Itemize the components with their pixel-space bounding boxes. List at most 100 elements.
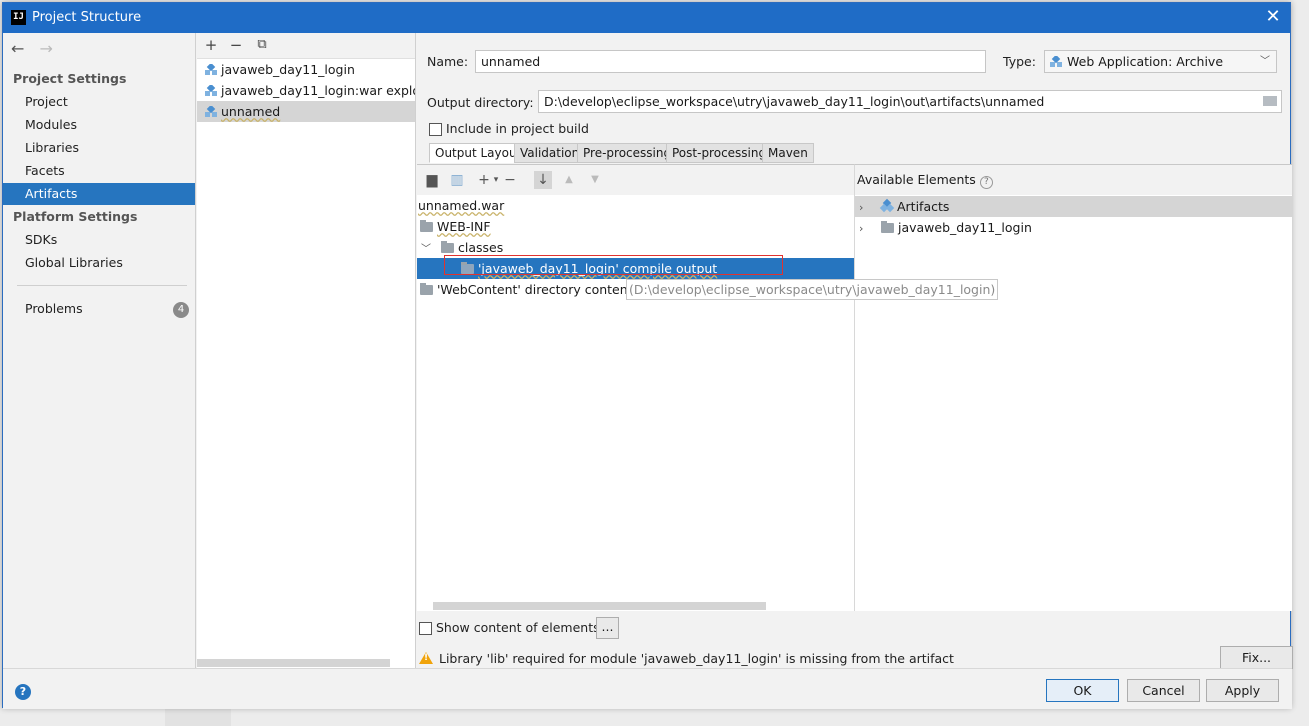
tree-root[interactable]: unnamed.war	[418, 195, 504, 216]
available-elements-header: Available Elements?	[855, 165, 1292, 195]
folder-icon	[441, 241, 454, 253]
tab-output-layout[interactable]: Output Layout	[429, 143, 528, 163]
available-module-node[interactable]: › javaweb_day11_login	[855, 217, 1032, 238]
nav-item-sdks[interactable]: SDKs	[3, 229, 195, 251]
output-directory-label: Output directory:	[427, 95, 534, 110]
nav-arrows: ← →	[11, 39, 63, 58]
warning-text: Library 'lib' required for module 'javaw…	[439, 651, 954, 666]
background-strip	[165, 706, 231, 726]
artifact-item[interactable]: javaweb_day11_login	[197, 59, 415, 80]
artifact-icon	[205, 85, 217, 96]
new-directory-icon[interactable]: ▆	[423, 171, 441, 189]
name-label: Name:	[427, 54, 469, 69]
remove-artifact-icon[interactable]: −	[227, 36, 245, 54]
type-select[interactable]: Web Application: Archive ﹀	[1044, 50, 1277, 73]
remove-element-icon[interactable]: −	[501, 171, 519, 189]
cancel-button[interactable]: Cancel	[1127, 679, 1200, 702]
nav-divider	[17, 285, 187, 286]
sort-elements-icon[interactable]: ↓	[534, 171, 552, 189]
webcontent-path: (D:\develop\eclipse_workspace\utry\javaw…	[629, 282, 996, 297]
include-in-build-label: Include in project build	[446, 121, 589, 136]
create-archive-icon[interactable]: ▥	[448, 171, 466, 189]
folder-icon	[420, 283, 433, 295]
nav-item-modules[interactable]: Modules	[3, 114, 195, 136]
artifact-label: javaweb_day11_login:war exploded	[221, 83, 415, 98]
tab-validation[interactable]: Validation	[514, 143, 586, 163]
window-title: Project Structure	[32, 10, 142, 25]
root-archive-label: unnamed.war	[418, 198, 505, 213]
nav-item-facets[interactable]: Facets	[3, 160, 195, 182]
forward-arrow-icon[interactable]: →	[40, 39, 53, 58]
dialog-footer: ? OK Cancel Apply	[3, 668, 1292, 709]
artifact-icon	[205, 64, 217, 75]
problems-count-badge: 4	[173, 302, 189, 318]
artifact-item[interactable]: javaweb_day11_login:war exploded	[197, 80, 415, 101]
chevron-right-icon[interactable]: ›	[859, 218, 871, 239]
type-label: Type:	[1003, 54, 1036, 69]
name-field[interactable]: unnamed	[475, 50, 986, 73]
include-in-build-checkbox[interactable]	[429, 123, 442, 136]
webcontent-label: 'WebContent' directory contents	[437, 282, 640, 297]
move-down-icon[interactable]: ▼	[586, 171, 604, 189]
chevron-down-icon: ﹀	[1260, 56, 1270, 67]
web-app-icon	[1050, 56, 1062, 67]
chevron-right-icon[interactable]: ›	[859, 197, 871, 218]
apply-button[interactable]: Apply	[1206, 679, 1279, 702]
add-artifact-icon[interactable]: +	[202, 36, 220, 54]
problems-label: Problems	[25, 301, 83, 316]
help-icon[interactable]: ?	[979, 176, 993, 189]
tab-pre-processing[interactable]: Pre-processing	[577, 143, 678, 163]
browse-folder-icon[interactable]	[1263, 96, 1277, 106]
close-icon[interactable]: ✕	[1262, 6, 1284, 28]
tree-web-inf[interactable]: WEB-INF	[420, 216, 491, 237]
artifact-item-selected[interactable]: unnamed	[197, 101, 415, 122]
webcontent-path-tooltip: (D:\develop\eclipse_workspace\utry\javaw…	[626, 279, 999, 300]
missing-library-warning: Library 'lib' required for module 'javaw…	[419, 651, 954, 666]
classes-label: classes	[458, 240, 504, 255]
project-structure-dialog: IJ Project Structure ✕ ← → Project Setti…	[2, 2, 1293, 709]
output-layout-toolbar: ▆ ▥ + ▾ − ↓ ▲ ▼	[417, 165, 854, 195]
ellipsis-button[interactable]: ...	[596, 617, 619, 639]
available-artifacts-node[interactable]: › Artifacts	[855, 196, 1293, 217]
copy-artifact-icon[interactable]: ⧉	[253, 36, 271, 54]
nav-item-problems[interactable]: Problems 4	[3, 298, 195, 320]
ok-button[interactable]: OK	[1046, 679, 1119, 702]
artifact-icon	[205, 106, 217, 117]
move-up-icon[interactable]: ▲	[560, 171, 578, 189]
artifact-label: javaweb_day11_login	[221, 62, 355, 77]
highlight-box	[444, 255, 783, 275]
nav-item-global-libraries[interactable]: Global Libraries	[3, 252, 195, 274]
output-directory-field[interactable]: D:\develop\eclipse_workspace\utry\javawe…	[538, 90, 1282, 113]
nav-item-artifacts[interactable]: Artifacts	[3, 183, 195, 205]
output-layout-panel: ▆ ▥ + ▾ − ↓ ▲ ▼ unnamed.war WEB-INF ﹀ cla…	[417, 164, 854, 611]
type-value: Web Application: Archive	[1067, 54, 1224, 69]
artifacts-icon	[879, 198, 895, 213]
tab-post-processing[interactable]: Post-processing	[666, 143, 773, 163]
project-settings-heading: Project Settings	[13, 71, 127, 86]
show-content-label: Show content of elements	[436, 620, 600, 635]
tree-webcontent[interactable]: 'WebContent' directory contents	[420, 279, 639, 300]
back-arrow-icon[interactable]: ←	[11, 39, 24, 58]
nav-item-project[interactable]: Project	[3, 91, 195, 113]
chevron-down-icon[interactable]: ﹀	[421, 239, 433, 260]
web-inf-label: WEB-INF	[437, 219, 491, 234]
artifact-editor: Name: unnamed Type: Web Application: Arc…	[417, 33, 1293, 709]
layout-scrollbar[interactable]	[433, 602, 766, 610]
show-content-checkbox[interactable]	[419, 622, 432, 635]
artifact-label: unnamed	[221, 104, 281, 119]
tab-maven[interactable]: Maven	[762, 143, 814, 163]
module-folder-icon	[880, 221, 894, 233]
title-bar: IJ Project Structure ✕	[3, 3, 1290, 33]
available-elements-panel: Available Elements? › Artifacts › javawe…	[854, 164, 1293, 611]
settings-nav: ← → Project Settings Project Modules Lib…	[3, 33, 196, 668]
intellij-icon: IJ	[11, 10, 26, 25]
fix-button[interactable]: Fix...	[1220, 646, 1293, 669]
available-module-label: javaweb_day11_login	[897, 220, 1032, 235]
artifact-list-scrollbar[interactable]	[197, 659, 390, 667]
warning-icon	[419, 652, 433, 664]
help-icon[interactable]: ?	[15, 684, 31, 700]
available-elements-heading: Available Elements	[857, 172, 976, 187]
nav-item-libraries[interactable]: Libraries	[3, 137, 195, 159]
output-directory-value: D:\develop\eclipse_workspace\utry\javawe…	[544, 94, 1045, 109]
artifact-list-toolbar: + − ⧉	[197, 33, 415, 59]
